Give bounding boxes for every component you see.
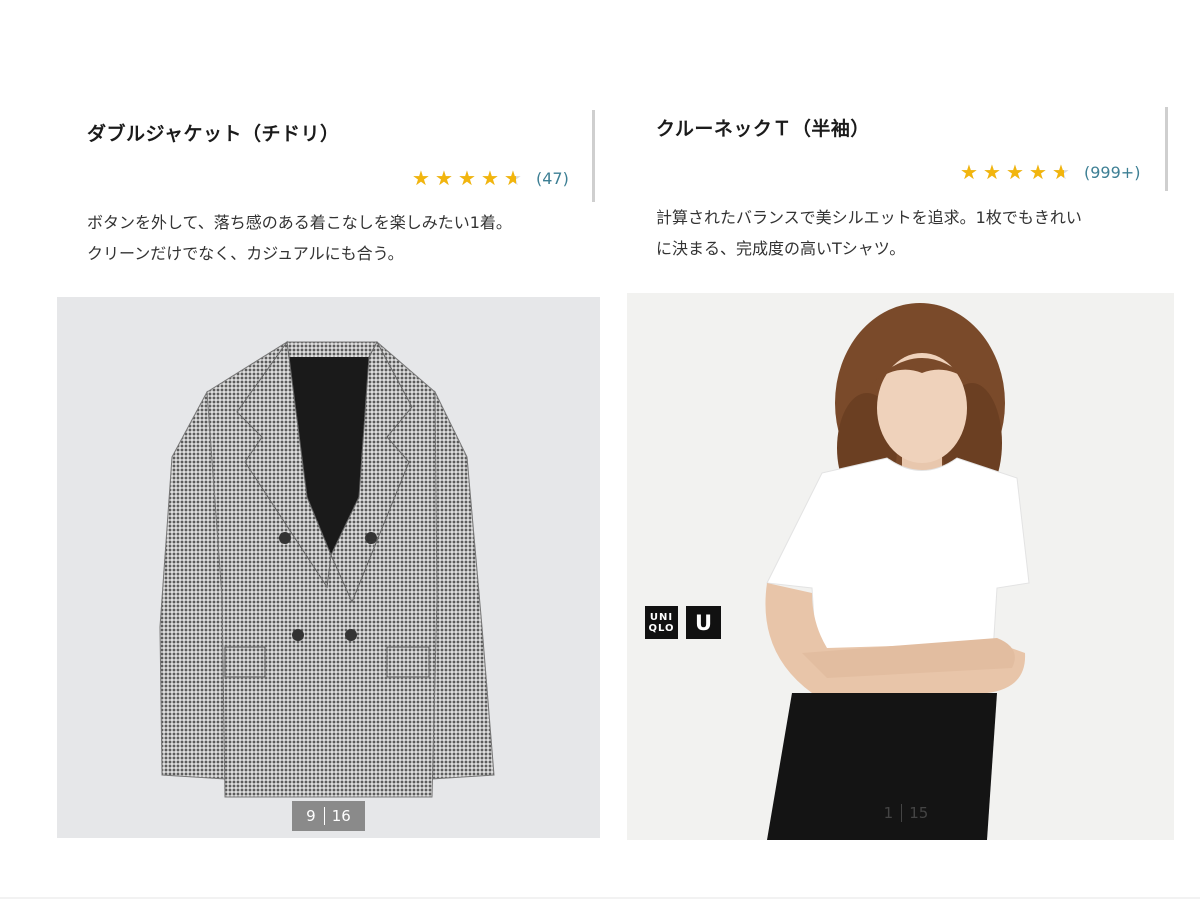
description-line: クリーンだけでなく、カジュアルにも合う。 <box>87 244 404 263</box>
logo-line: QLO <box>648 622 675 634</box>
half-star-icon: ★ ★ <box>1052 160 1070 184</box>
uniqlo-u-logo: U <box>686 606 721 639</box>
product-description: ボタンを外して、落ち感のある着こなしを楽しみたい1着。 クリーンだけでなく、カジ… <box>87 207 512 269</box>
half-star-icon: ★ ★ <box>504 166 522 190</box>
pager-separator <box>323 807 325 825</box>
pager-total: 15 <box>909 804 929 822</box>
product-image-jacket[interactable]: 9 16 <box>57 297 600 838</box>
star-icon: ★ ★ <box>435 166 453 190</box>
product-title[interactable]: クルーネックＴ（半袖） <box>656 114 870 141</box>
product-title[interactable]: ダブルジャケット（チドリ） <box>87 119 340 146</box>
image-pager[interactable]: 1 15 <box>866 798 946 828</box>
pager-separator <box>901 804 903 822</box>
model-illustration <box>765 303 1030 840</box>
description-line: ボタンを外して、落ち感のある着こなしを楽しみたい1着。 <box>87 213 512 232</box>
uniqlo-logo: UNI QLO <box>645 606 678 639</box>
description-line: 計算されたバランスで美シルエットを追求。1枚でもきれい <box>656 208 1082 227</box>
rating-stars: ★ ★ ★ ★ ★ ★ ★ ★ ★ ★ <box>412 167 527 189</box>
star-icon: ★ ★ <box>1029 160 1047 184</box>
pager-total: 16 <box>331 807 351 825</box>
star-icon: ★ ★ <box>481 166 499 190</box>
pager-current: 9 <box>306 807 316 825</box>
star-icon: ★ ★ <box>458 166 476 190</box>
product-image-tshirt[interactable]: UNI QLO U 1 15 <box>627 293 1174 840</box>
review-count[interactable]: (47) <box>536 169 569 188</box>
product-rating[interactable]: ★ ★ ★ ★ ★ ★ ★ ★ ★ ★ (47) <box>412 165 569 191</box>
pager-current: 1 <box>883 804 894 822</box>
image-pager[interactable]: 9 16 <box>292 801 365 831</box>
star-icon: ★ ★ <box>960 160 978 184</box>
star-icon: ★ ★ <box>983 160 1001 184</box>
product-description: 計算されたバランスで美シルエットを追求。1枚でもきれい に決まる、完成度の高いT… <box>656 202 1082 264</box>
divider <box>592 110 595 202</box>
review-count[interactable]: (999+) <box>1084 163 1140 182</box>
jacket-illustration <box>159 340 495 798</box>
logo-line: UNI <box>649 611 674 623</box>
rating-stars: ★ ★ ★ ★ ★ ★ ★ ★ ★ ★ <box>960 161 1075 183</box>
product-rating[interactable]: ★ ★ ★ ★ ★ ★ ★ ★ ★ ★ (999+) <box>960 159 1140 185</box>
star-icon: ★ ★ <box>412 166 430 190</box>
description-line: に決まる、完成度の高いTシャツ。 <box>656 239 906 258</box>
divider <box>1165 107 1168 191</box>
star-icon: ★ ★ <box>1006 160 1024 184</box>
